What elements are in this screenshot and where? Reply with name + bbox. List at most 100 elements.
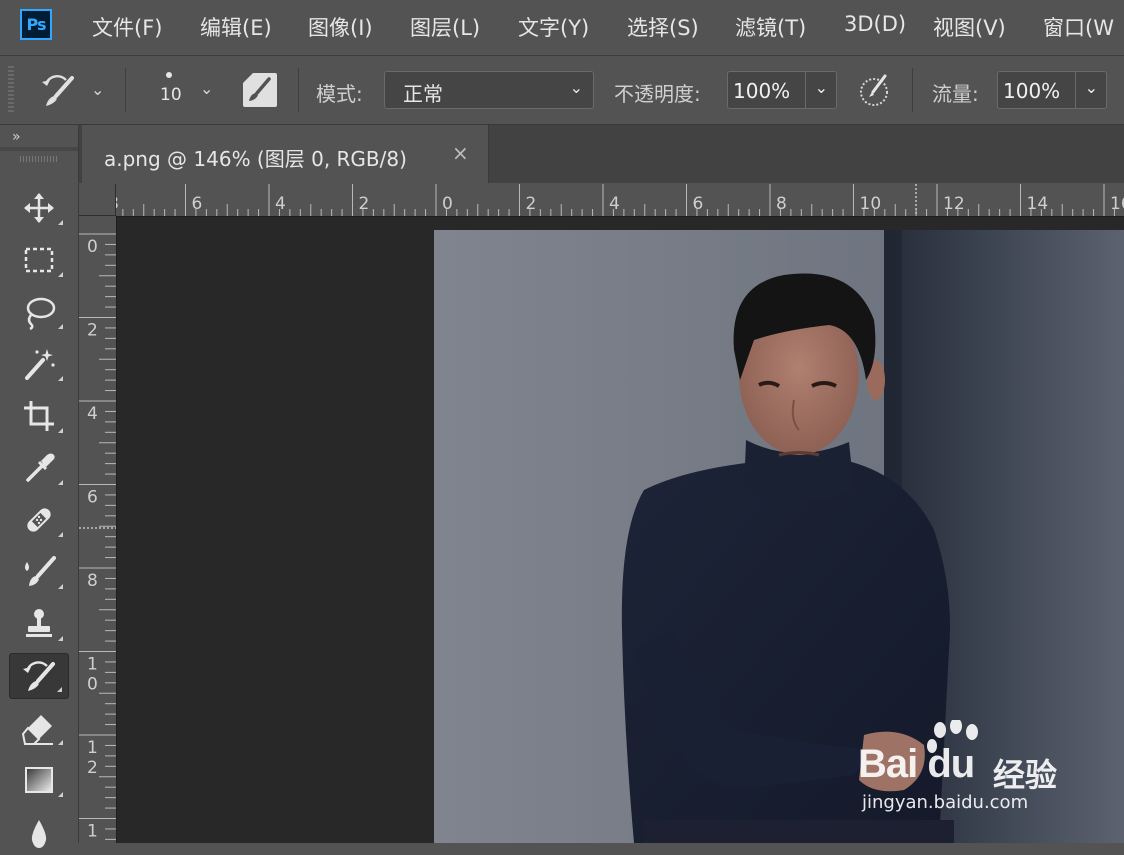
rect-marquee-icon (24, 247, 54, 273)
panel-header (0, 147, 78, 151)
photoshop-logo-icon[interactable]: Ps (20, 9, 52, 40)
blend-mode-select[interactable]: 正常 ⌄ (384, 71, 594, 109)
horizontal-ruler[interactable]: 8 6 4 2 0 2 4 6 8 10 12 14 16 (116, 184, 1124, 217)
ruler-label: 10 (860, 194, 882, 214)
collapse-panel-icon[interactable]: » (12, 129, 21, 145)
ruler-label: 2 (526, 194, 537, 214)
flyout-indicator (58, 792, 63, 797)
menu-filter[interactable]: 滤镜(T) (735, 12, 806, 42)
menu-view[interactable]: 视图(V) (933, 12, 1006, 42)
divider (912, 68, 913, 112)
flyout-indicator (58, 532, 63, 537)
drop-icon (31, 820, 47, 848)
menu-type[interactable]: 文字(Y) (518, 12, 589, 42)
eyedropper-tool[interactable] (9, 445, 69, 491)
divider (1075, 72, 1076, 108)
vertical-ruler[interactable]: 02468101214 (79, 216, 117, 843)
chevron-down-icon[interactable]: ⌄ (815, 78, 828, 97)
move-icon (24, 193, 54, 223)
menu-select[interactable]: 选择(S) (627, 12, 699, 42)
flyout-indicator (58, 220, 63, 225)
clone-stamp-tool[interactable] (9, 601, 69, 647)
brush-tip-icon (166, 72, 172, 78)
ruler-label: 8 (776, 194, 787, 214)
options-bar-grip[interactable] (8, 66, 14, 114)
close-icon[interactable]: × (452, 141, 469, 165)
options-bar: ⌄ 10 ⌄ 模式: 正常 ⌄ 不透明度: 100% ⌄ 流量: 100% ⌄ (0, 56, 1124, 125)
flyout-indicator (58, 636, 63, 641)
flyout-indicator (58, 740, 63, 745)
gradient-tool[interactable] (9, 757, 69, 803)
divider (298, 68, 299, 112)
bandage-icon (27, 508, 51, 532)
magic-wand-tool[interactable] (9, 341, 69, 387)
crop-tool[interactable] (9, 393, 69, 439)
opacity-field[interactable]: 100% ⌄ (727, 71, 837, 109)
ruler-label: 2 (87, 758, 98, 778)
flyout-indicator (58, 480, 63, 485)
ruler-label: 4 (87, 404, 98, 424)
eyedropper-icon (26, 453, 55, 482)
watermark-logo: Bai du (858, 742, 975, 786)
document-tab-title: a.png @ 146% (图层 0, RGB/8) (104, 147, 407, 171)
brush-tool[interactable] (9, 549, 69, 595)
eraser-tool[interactable] (9, 705, 69, 751)
ruler-label: 6 (192, 194, 203, 214)
document-tab[interactable]: a.png @ 146% (图层 0, RGB/8) × (82, 125, 489, 183)
flyout-indicator (58, 584, 63, 589)
menu-image[interactable]: 图像(I) (308, 12, 373, 42)
watermark-url: jingyan.baidu.com (862, 792, 1029, 813)
ruler-label: 0 (442, 194, 453, 214)
ruler-label: 8 (87, 571, 98, 591)
lasso-tool[interactable] (9, 289, 69, 335)
menu-3d[interactable]: 3D(D) (844, 12, 906, 36)
eraser-icon (21, 715, 53, 745)
ruler-label: 1 (87, 822, 98, 842)
document-tab-bar: a.png @ 146% (图层 0, RGB/8) × (79, 125, 1124, 183)
tool-preset-picker[interactable]: ⌄ (38, 72, 110, 108)
brush-panel-toggle[interactable] (243, 73, 277, 107)
watermark-text: 经验 (993, 756, 1058, 794)
ruler-label: 4 (609, 194, 620, 214)
horizontal-ruler-ticks: 8 6 4 2 0 2 4 6 8 10 12 14 16 (116, 184, 1124, 216)
brush-size-label: 10 (160, 85, 182, 105)
crop-icon (24, 401, 54, 431)
chevron-down-icon[interactable]: ⌄ (1085, 78, 1098, 97)
divider (805, 72, 806, 108)
ruler-label: 6 (693, 194, 704, 214)
flyout-indicator (58, 324, 63, 329)
ruler-label: 4 (275, 194, 286, 214)
menu-window[interactable]: 窗口(W (1043, 12, 1114, 42)
tools-panel: » (0, 125, 79, 848)
healing-brush-tool[interactable] (9, 497, 69, 543)
menu-layer[interactable]: 图层(L) (410, 12, 480, 42)
divider (125, 68, 126, 112)
ruler-label: 1 (87, 655, 98, 675)
flow-field[interactable]: 100% ⌄ (997, 71, 1107, 109)
magic-wand-icon (25, 349, 55, 380)
flow-label: 流量: (932, 82, 979, 106)
pressure-opacity-toggle[interactable] (855, 72, 895, 108)
chevron-down-icon: ⌄ (569, 78, 583, 97)
ruler-label: 2 (359, 194, 370, 214)
history-brush-icon (23, 661, 55, 691)
menu-bar: Ps 文件(F) 编辑(E) 图像(I) 图层(L) 文字(Y) 选择(S) 滤… (0, 0, 1124, 56)
menu-file[interactable]: 文件(F) (92, 12, 162, 42)
brush-preset-picker[interactable]: 10 ⌄ (150, 66, 220, 116)
stamp-icon (26, 609, 52, 637)
mode-label: 模式: (316, 82, 363, 106)
ruler-origin[interactable] (79, 184, 116, 216)
panel-grip[interactable] (20, 156, 58, 162)
history-brush-tool[interactable] (9, 653, 69, 699)
ruler-label: 1 (87, 738, 98, 758)
opacity-value: 100% (733, 79, 791, 103)
blur-tool[interactable] (9, 809, 69, 855)
opacity-label: 不透明度: (614, 82, 701, 106)
ruler-label: 0 (87, 237, 98, 257)
marquee-tool[interactable] (9, 237, 69, 283)
move-tool[interactable] (9, 185, 69, 231)
ruler-label: 8 (116, 194, 119, 214)
menu-edit[interactable]: 编辑(E) (200, 12, 272, 42)
brush-icon (25, 556, 56, 586)
flyout-indicator (57, 687, 62, 692)
